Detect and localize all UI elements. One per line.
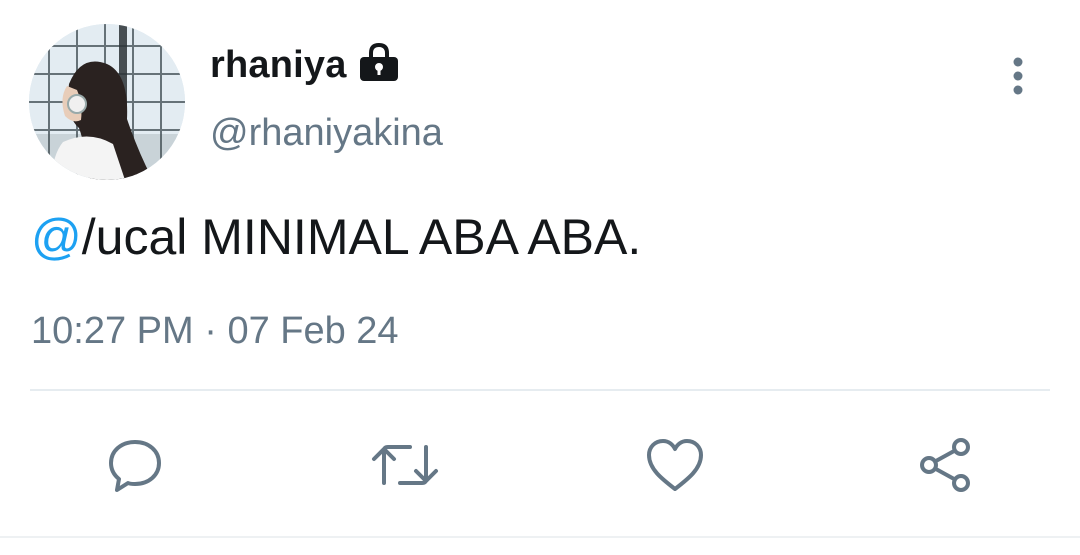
bottom-border bbox=[0, 536, 1080, 538]
tweet-body: /ucal MINIMAL ABA ABA. bbox=[81, 209, 642, 265]
display-name[interactable]: rhaniya bbox=[210, 44, 347, 87]
tweet-text: @/ucal MINIMAL ABA ABA. bbox=[31, 208, 641, 266]
tweet-date: 07 Feb 24 bbox=[227, 310, 399, 352]
avatar[interactable] bbox=[29, 24, 185, 180]
timestamp[interactable]: 10:27 PM · 07 Feb 24 bbox=[31, 310, 399, 353]
user-handle[interactable]: @rhaniyakina bbox=[210, 112, 443, 155]
vertical-ellipsis-icon bbox=[1013, 57, 1023, 95]
lock-icon bbox=[357, 42, 401, 83]
mention-link[interactable]: @ bbox=[31, 209, 82, 265]
more-options-button[interactable] bbox=[998, 50, 1038, 102]
share-icon bbox=[920, 438, 970, 492]
display-name-row: rhaniya bbox=[210, 42, 401, 87]
reply-button[interactable] bbox=[100, 430, 170, 500]
speech-bubble-icon bbox=[109, 440, 161, 492]
tweet-time: 10:27 PM bbox=[31, 310, 194, 352]
timestamp-separator: · bbox=[193, 310, 228, 352]
retweet-button[interactable] bbox=[370, 430, 440, 500]
divider bbox=[30, 389, 1050, 391]
avatar-photo bbox=[29, 24, 185, 180]
like-button[interactable] bbox=[640, 430, 710, 500]
heart-icon bbox=[647, 439, 703, 491]
share-button[interactable] bbox=[910, 430, 980, 500]
tweet-detail: rhaniya @rhaniyakina @/ucal MINIMAL ABA … bbox=[0, 0, 1080, 555]
retweet-arrows-icon bbox=[372, 445, 438, 485]
